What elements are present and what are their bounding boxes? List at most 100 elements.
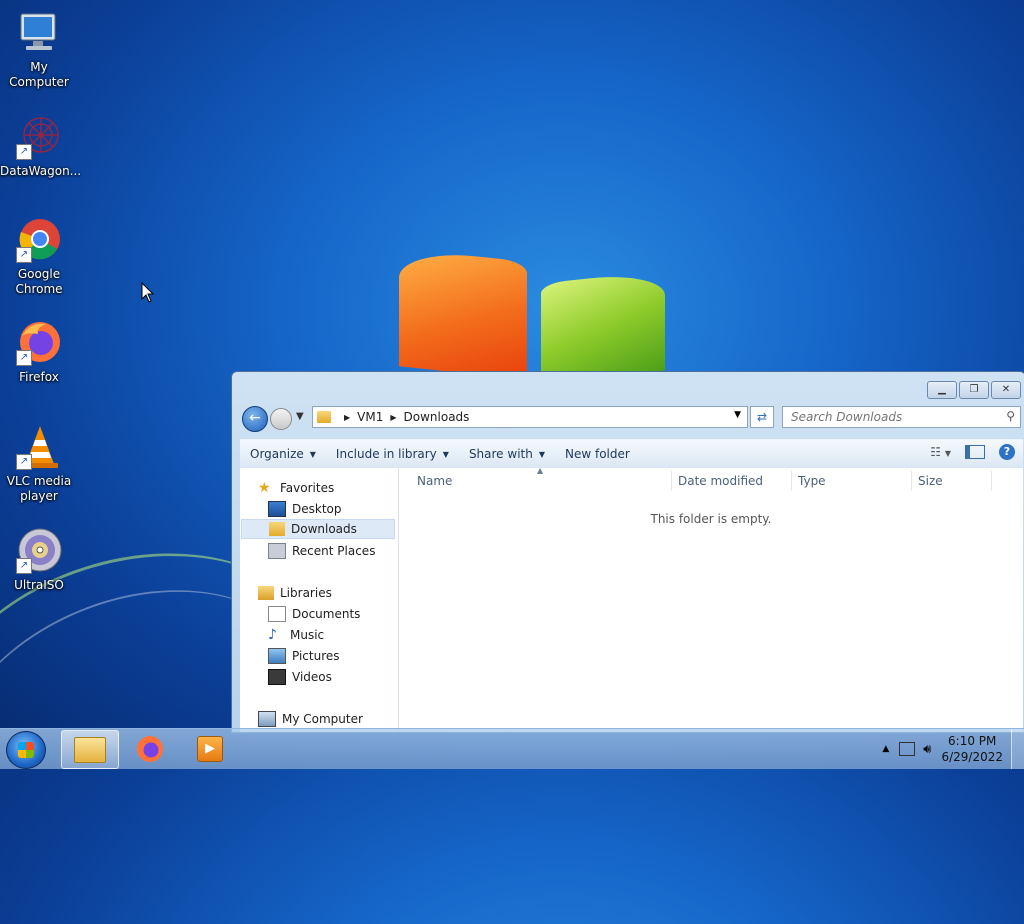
taskbar-explorer-button[interactable]: [61, 730, 119, 769]
nav-my-computer[interactable]: My Computer: [258, 709, 363, 729]
nav-label: Downloads: [291, 522, 357, 536]
share-with-button[interactable]: Share with ▼: [459, 447, 555, 461]
nav-label: Videos: [292, 670, 332, 684]
chevron-down-icon: ▼: [538, 449, 545, 459]
media-player-icon: ▶: [197, 735, 223, 762]
volume-icon[interactable]: 🔊︎: [923, 742, 931, 757]
shortcut-arrow-icon: ↗: [16, 454, 32, 470]
network-icon[interactable]: [899, 742, 916, 756]
clock[interactable]: 6:10 PM 6/29/2022: [941, 733, 1003, 765]
column-header-size[interactable]: Size: [918, 472, 943, 492]
shortcut-arrow-icon: ↗: [16, 247, 32, 263]
firefox-icon: [137, 735, 163, 762]
sort-indicator-icon: ▲: [537, 466, 544, 475]
nav-favorites[interactable]: ★ Favorites: [258, 478, 334, 498]
column-header-type[interactable]: Type: [798, 472, 826, 492]
address-dropdown-icon[interactable]: ▼: [734, 410, 741, 420]
nav-label: Favorites: [280, 481, 335, 495]
search-icon[interactable]: ⚲: [1006, 409, 1015, 423]
desktop-icon-label: Firefox: [19, 370, 59, 384]
system-tray: ▲ 🔊︎ 6:10 PM 6/29/2022: [882, 729, 1024, 769]
search-box[interactable]: ⚲: [782, 406, 1021, 428]
include-in-library-label: Include in library: [335, 447, 437, 461]
desktop-icon-label: UltraISO: [14, 578, 64, 592]
mouse-cursor-icon: [141, 281, 155, 307]
close-button[interactable]: ✕: [991, 381, 1021, 399]
firefox-icon: ↗: [16, 320, 62, 366]
recent-pages-dropdown[interactable]: ▼: [296, 411, 304, 422]
restore-button[interactable]: ❐: [959, 381, 989, 399]
breadcrumb-separator-icon[interactable]: ▶: [390, 413, 396, 422]
computer-icon: [258, 711, 276, 727]
desktop-icon-label: VLC media player: [6, 474, 72, 503]
desktop-icon-firefox[interactable]: ↗ Firefox: [0, 320, 78, 385]
breadcrumb-vm1[interactable]: VM1: [357, 410, 383, 424]
desktop-icon-ultraiso[interactable]: ↗ UltraISO: [0, 528, 78, 593]
clock-time: 6:10 PM: [948, 734, 997, 748]
nav-libraries[interactable]: Libraries: [258, 583, 332, 603]
include-in-library-button[interactable]: Include in library ▼: [326, 447, 459, 461]
nav-pictures[interactable]: Pictures: [268, 646, 340, 666]
nav-label: Documents: [292, 607, 361, 621]
shortcut-arrow-icon: ↗: [16, 350, 32, 366]
desktop-icon-label: DataWagon...: [0, 164, 82, 178]
nav-music[interactable]: ♪ Music: [268, 625, 324, 645]
column-divider[interactable]: [671, 471, 672, 491]
breadcrumb-downloads[interactable]: Downloads: [404, 410, 470, 424]
forward-button[interactable]: [270, 408, 292, 430]
star-icon: ★: [258, 480, 271, 496]
explorer-window: ▁ ❐ ✕ ← ▼ ▶ VM1 ▶ Downloads ▼ ⇄ ⚲ Organi…: [231, 371, 1024, 733]
back-button[interactable]: ←: [242, 406, 268, 432]
desktop-icon-my-computer[interactable]: My Computer: [0, 10, 78, 90]
address-bar[interactable]: ▶ VM1 ▶ Downloads ▼: [312, 406, 748, 428]
libraries-icon: [258, 586, 274, 600]
minimize-button[interactable]: ▁: [927, 381, 957, 399]
start-button[interactable]: [6, 731, 46, 769]
column-header-date-modified[interactable]: Date modified: [678, 472, 763, 492]
command-bar: Organize ▼ Include in library ▼ Share with…: [240, 439, 1023, 468]
taskbar-media-player-button[interactable]: ▶: [182, 730, 238, 767]
shortcut-arrow-icon: ↗: [16, 558, 32, 574]
change-view-button[interactable]: ☷ ▼: [930, 445, 951, 459]
share-with-label: Share with: [468, 447, 533, 461]
nav-label: Recent Places: [292, 544, 376, 558]
show-hidden-icons-button[interactable]: ▲: [882, 744, 889, 754]
column-header-name[interactable]: Name: [417, 472, 452, 492]
search-input[interactable]: [789, 407, 998, 427]
column-divider[interactable]: [991, 471, 992, 491]
organize-button[interactable]: Organize ▼: [240, 447, 326, 461]
nav-documents[interactable]: Documents: [268, 604, 360, 624]
nav-downloads[interactable]: Downloads: [241, 519, 395, 539]
chrome-icon: ↗: [16, 217, 62, 263]
refresh-button[interactable]: ⇄: [750, 406, 774, 428]
vlc-icon: ↗: [16, 424, 62, 470]
help-icon[interactable]: ?: [999, 444, 1015, 460]
preview-pane-icon[interactable]: [965, 445, 985, 459]
nav-videos[interactable]: Videos: [268, 667, 332, 687]
desktop-icon-label: My Computer: [9, 60, 69, 89]
pictures-icon: [268, 648, 286, 664]
column-divider[interactable]: [791, 471, 792, 491]
breadcrumb-separator-icon[interactable]: ▶: [344, 413, 350, 422]
folder-icon: [74, 736, 106, 763]
desktop-icon-vlc[interactable]: ↗ VLC media player: [0, 424, 78, 504]
desktop-icon-datawagon[interactable]: ↗ DataWagon...: [0, 114, 82, 179]
nav-recent-places[interactable]: Recent Places: [268, 541, 375, 561]
file-list: Name ▲ Date modified Type Size This fold…: [399, 466, 1023, 732]
nav-desktop[interactable]: Desktop: [268, 499, 342, 519]
back-arrow-icon: ←: [249, 410, 261, 426]
ultraiso-icon: ↗: [16, 528, 62, 574]
taskbar-firefox-button[interactable]: [122, 730, 178, 767]
clock-date: 6/29/2022: [941, 750, 1003, 764]
desktop-icon: [268, 501, 286, 517]
desktop-icon-label: Google Chrome: [15, 267, 63, 296]
desktop-icon-google-chrome[interactable]: ↗ Google Chrome: [0, 217, 78, 297]
window-controls: ▁ ❐ ✕: [927, 381, 1021, 399]
show-desktop-button[interactable]: [1011, 729, 1024, 769]
computer-icon: [16, 10, 62, 56]
chevron-down-icon: ▼: [309, 449, 316, 459]
new-folder-button[interactable]: New folder: [555, 447, 640, 461]
videos-icon: [268, 669, 286, 685]
column-divider[interactable]: [911, 471, 912, 491]
navigation-pane: ★ Favorites Desktop Downloads Recent Pla…: [240, 468, 399, 732]
